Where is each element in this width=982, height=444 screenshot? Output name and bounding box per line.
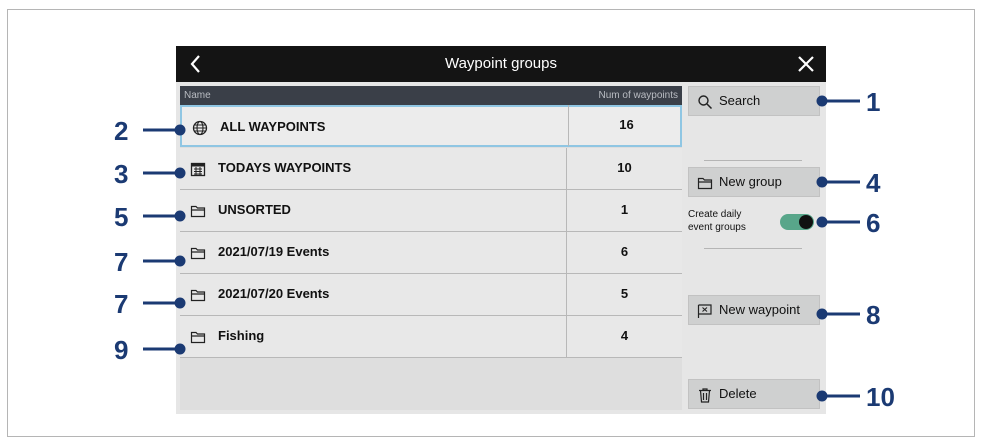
callout-arrows [143,95,860,402]
callout-number: 10 [866,382,895,412]
callout-number: 4 [866,168,881,198]
callout-number: 1 [866,87,881,117]
callout-number: 5 [114,202,129,232]
callout-number: 8 [866,300,881,330]
callout-number: 6 [866,208,881,238]
callout-number: 2 [114,116,129,146]
callout-number: 9 [114,335,129,365]
callout-number: 3 [114,159,129,189]
callout-number: 7 [114,247,129,277]
callout-number: 7 [114,289,129,319]
